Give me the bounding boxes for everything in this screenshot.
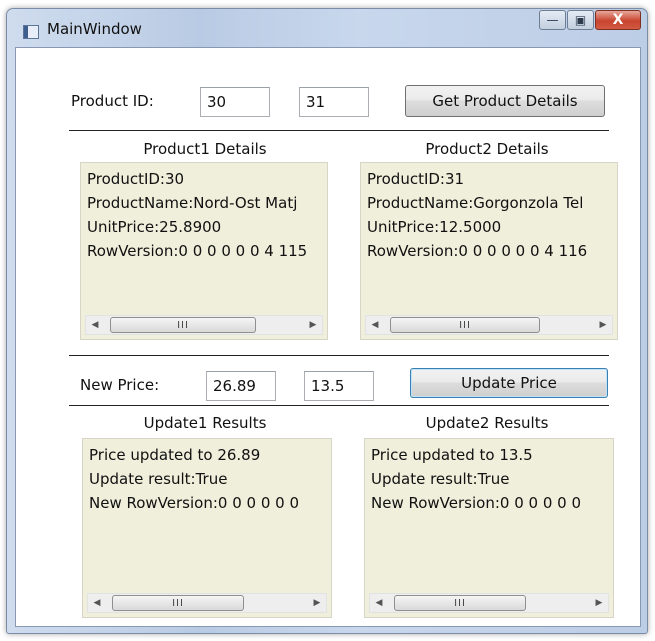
scroll-thumb[interactable]: III: [112, 595, 244, 611]
minimize-button[interactable]: —: [539, 10, 566, 30]
update2-results-box[interactable]: Price updated to 13.5 Update result:True…: [364, 438, 614, 618]
scroll-left-icon[interactable]: ◀: [370, 594, 388, 612]
product2-text: ProductID:31 ProductName:Gorgonzola Tel …: [367, 167, 613, 311]
new-price-2-input[interactable]: [304, 371, 374, 401]
scroll-right-icon[interactable]: ▶: [304, 316, 322, 334]
product2-hscrollbar[interactable]: ◀ III ▶: [365, 315, 613, 335]
update2-line: New RowVersion:0 0 0 0 0 0: [371, 494, 581, 512]
product1-text: ProductID:30 ProductName:Nord-Ost Matj U…: [87, 167, 323, 311]
update2-text: Price updated to 13.5 Update result:True…: [371, 443, 609, 589]
scroll-right-icon[interactable]: ▶: [590, 594, 608, 612]
maximize-icon: ▣: [574, 13, 587, 27]
close-button[interactable]: X: [595, 10, 641, 30]
product1-line: RowVersion:0 0 0 0 0 0 4 115: [87, 242, 308, 260]
update1-results-box[interactable]: Price updated to 26.89 Update result:Tru…: [82, 438, 332, 618]
app-window-icon: [23, 25, 39, 39]
product1-line: UnitPrice:25.8900: [87, 218, 222, 236]
update1-line: New RowVersion:0 0 0 0 0 0: [89, 494, 299, 512]
update2-line: Price updated to 13.5: [371, 446, 533, 464]
title-bar[interactable]: MainWindow — ▣ X: [7, 9, 647, 49]
update1-header: Update1 Results: [143, 414, 267, 432]
divider-bottom: [69, 405, 609, 406]
product2-line: UnitPrice:12.5000: [367, 218, 502, 236]
scroll-left-icon[interactable]: ◀: [88, 594, 106, 612]
product-id-1-input[interactable]: [200, 87, 270, 117]
update1-text: Price updated to 26.89 Update result:Tru…: [89, 443, 327, 589]
update1-line: Price updated to 26.89: [89, 446, 261, 464]
update-price-button[interactable]: Update Price: [410, 368, 608, 398]
client-area: Product ID: Get Product Details Product1…: [15, 47, 641, 627]
minimize-icon: —: [546, 13, 559, 27]
scroll-thumb[interactable]: III: [110, 317, 256, 333]
product-id-label: Product ID:: [71, 92, 154, 110]
maximize-button[interactable]: ▣: [567, 10, 594, 30]
update2-header: Update2 Results: [425, 414, 549, 432]
scroll-right-icon[interactable]: ▶: [308, 594, 326, 612]
update1-line: Update result:True: [89, 470, 228, 488]
new-price-1-input[interactable]: [206, 371, 276, 401]
scroll-left-icon[interactable]: ◀: [366, 316, 384, 334]
product2-line: ProductName:Gorgonzola Tel: [367, 194, 584, 212]
get-product-details-button[interactable]: Get Product Details: [405, 85, 605, 117]
product1-details-box[interactable]: ProductID:30 ProductName:Nord-Ost Matj U…: [80, 162, 328, 340]
product1-line: ProductName:Nord-Ost Matj: [87, 194, 298, 212]
scroll-right-icon[interactable]: ▶: [594, 316, 612, 334]
new-price-label: New Price:: [80, 376, 160, 394]
update2-hscrollbar[interactable]: ◀ III ▶: [369, 593, 609, 613]
divider-middle: [69, 355, 609, 356]
product1-header: Product1 Details: [143, 140, 267, 158]
scroll-left-icon[interactable]: ◀: [86, 316, 104, 334]
caption-buttons: — ▣ X: [538, 10, 641, 30]
main-window: MainWindow — ▣ X Product ID: Get Product…: [6, 8, 648, 634]
product-id-2-input[interactable]: [299, 87, 369, 117]
product1-line: ProductID:30: [87, 170, 185, 188]
close-icon: X: [612, 12, 624, 28]
divider-top: [69, 130, 609, 131]
product1-hscrollbar[interactable]: ◀ III ▶: [85, 315, 323, 335]
update2-line: Update result:True: [371, 470, 510, 488]
update1-hscrollbar[interactable]: ◀ III ▶: [87, 593, 327, 613]
product2-header: Product2 Details: [425, 140, 549, 158]
product2-line: ProductID:31: [367, 170, 465, 188]
window-title: MainWindow: [47, 20, 142, 38]
product2-line: RowVersion:0 0 0 0 0 0 4 116: [367, 242, 588, 260]
product2-details-box[interactable]: ProductID:31 ProductName:Gorgonzola Tel …: [360, 162, 618, 340]
scroll-thumb[interactable]: III: [390, 317, 540, 333]
scroll-thumb[interactable]: III: [394, 595, 526, 611]
